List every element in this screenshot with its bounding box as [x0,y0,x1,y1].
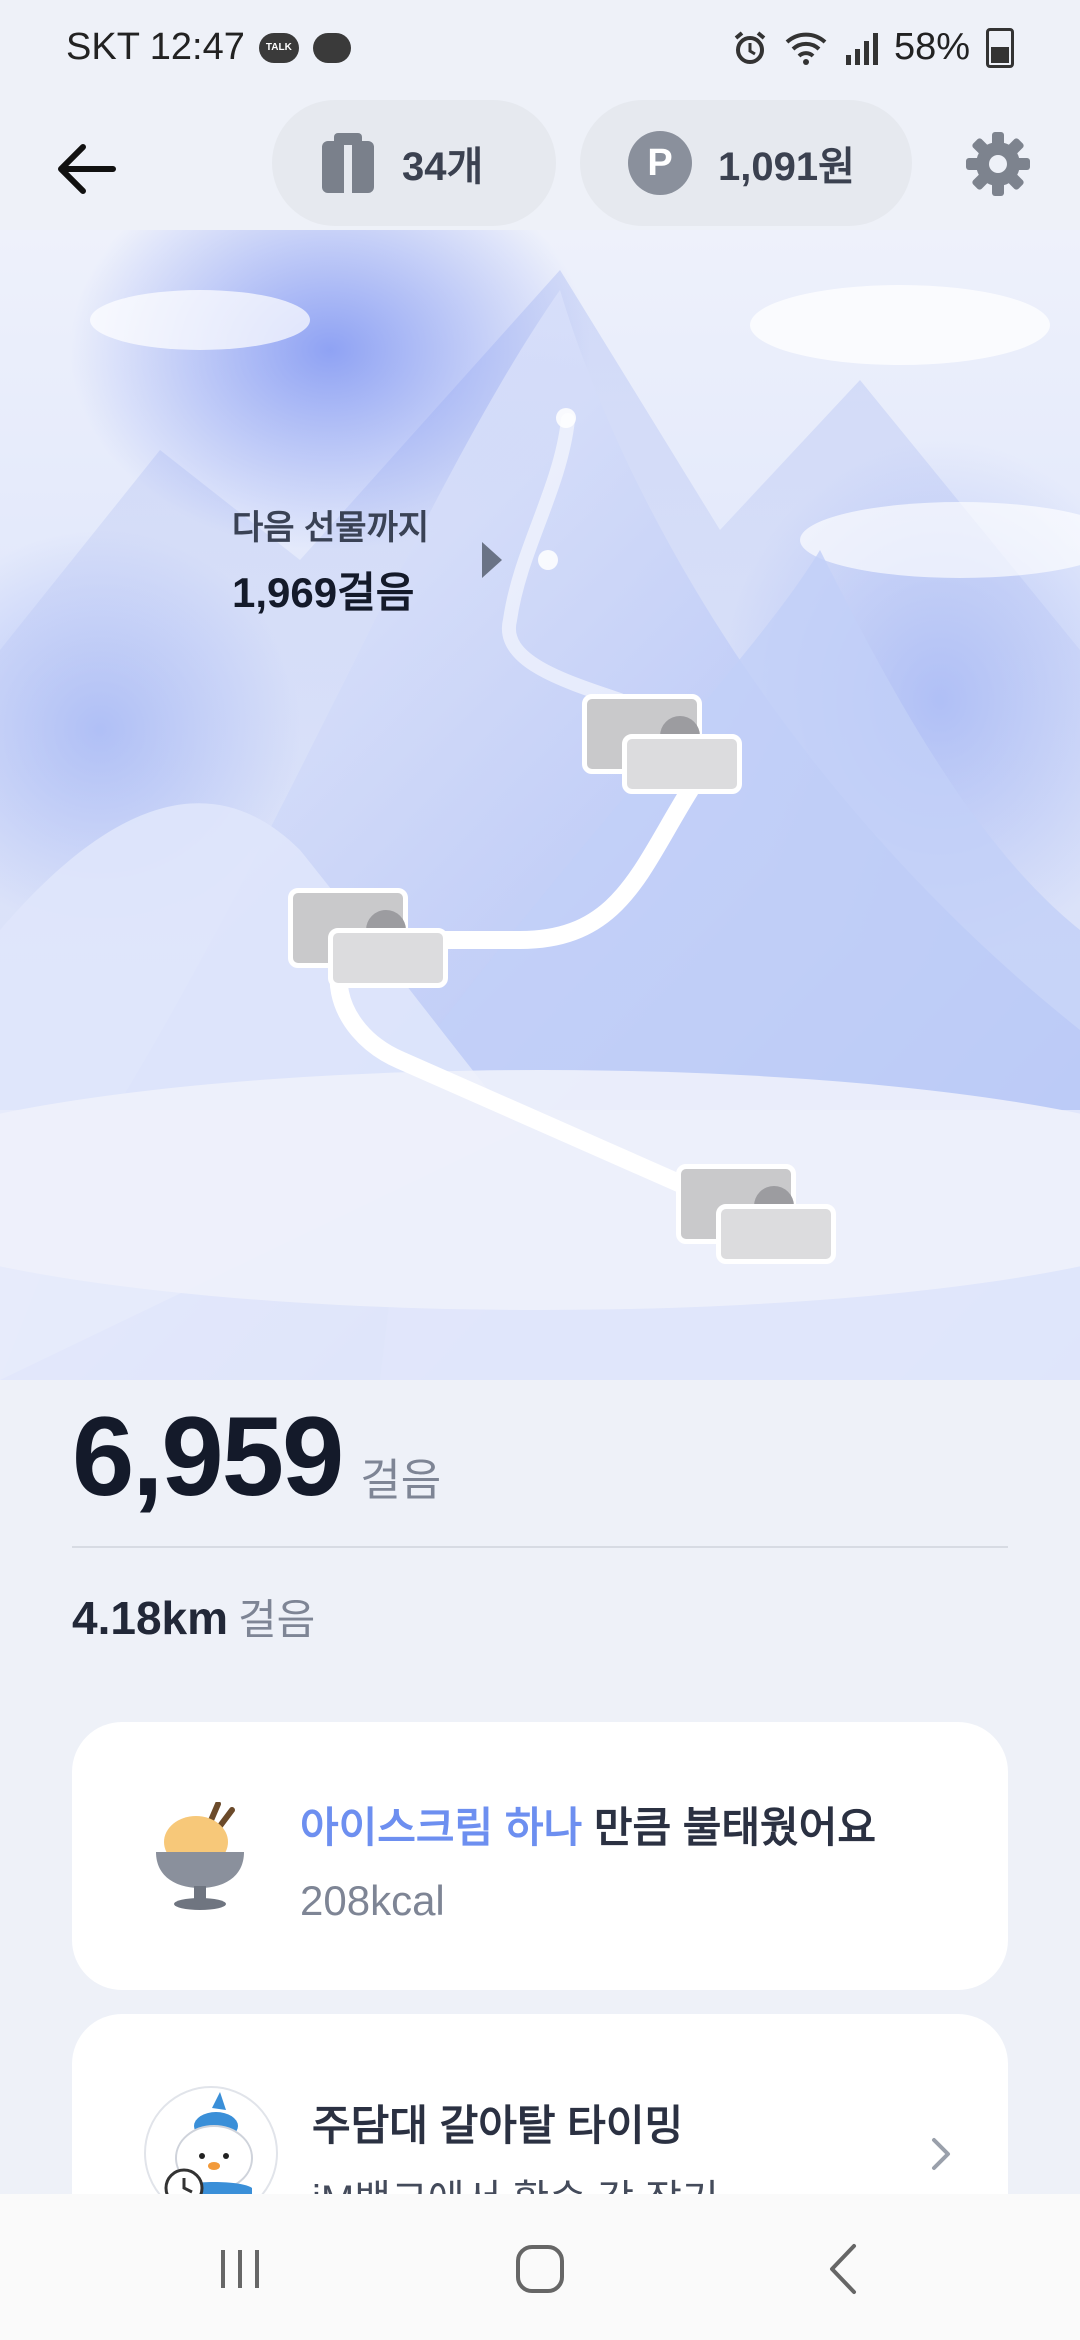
recent-apps-button[interactable] [200,2234,280,2304]
kakaotalk-icon: TALK [258,32,299,63]
gift-card-marker[interactable] [582,694,742,794]
mountain-progress-map: 다음 선물까지 1,969걸음 [0,230,1080,1380]
recent-apps-icon [221,2250,259,2288]
home-button[interactable] [500,2234,580,2304]
point-icon: P [628,131,692,195]
alarm-icon [734,30,766,64]
steps-summary: 6,959 걸음 [72,1392,441,1521]
gift-count-pill[interactable]: 34개 [272,100,556,226]
calorie-rest: 만큼 불태웠어요 [582,1804,876,1851]
calorie-kcal: 208kcal [300,1877,445,1924]
next-gift-label: 다음 선물까지 [232,509,430,547]
steps-unit: 걸음 [360,1456,442,1505]
mountain-illustration [0,230,1080,1380]
steps-count: 6,959 [72,1394,344,1519]
ice-cream-icon [156,1802,244,1910]
gift-count: 34개 [402,145,484,189]
status-bar: SKT 12:47 TALK 58% [0,0,1080,100]
battery-percent: 58% [893,26,970,68]
gear-icon [966,132,1030,196]
promo-title: 주담대 갈아탈 타이밍 [312,2102,684,2149]
chevron-right-icon [932,2138,950,2170]
settings-button[interactable] [958,124,1038,204]
distance-summary: 4.18km 걸음 [72,1586,315,1647]
system-back-button[interactable] [804,2234,884,2304]
signal-icon [845,32,878,65]
calorie-accent: 아이스크림 하나 [300,1804,583,1851]
calorie-card[interactable]: 아이스크림 하나 만큼 불태웠어요 208kcal [72,1722,1008,1990]
gift-box-icon [322,133,374,193]
divider [72,1546,1008,1548]
back-arrow-icon [58,144,116,194]
points-amount: 1,091원 [718,145,855,189]
gift-card-marker[interactable] [288,888,448,988]
distance-unit: 걸음 [238,1596,316,1643]
top-header: 34개 P 1,091원 [0,100,1080,230]
gift-card-marker[interactable] [676,1164,836,1264]
status-right: 58% [732,26,1014,69]
status-left: SKT 12:47 TALK [66,26,351,69]
next-gift-label-group: 다음 선물까지 1,969걸음 [232,500,429,620]
wifi-icon [785,32,827,65]
chat-icon [312,32,351,63]
battery-icon [986,27,1014,68]
next-gift-steps: 1,969걸음 [232,569,415,616]
back-button[interactable] [40,124,130,214]
system-nav-bar [0,2194,1080,2340]
points-pill[interactable]: P 1,091원 [580,100,912,226]
system-back-icon [830,2244,856,2294]
home-icon [516,2245,564,2293]
calorie-title: 아이스크림 하나 만큼 불태웠어요 [300,1794,876,1855]
carrier-time: SKT 12:47 [66,26,245,68]
calorie-text: 아이스크림 하나 만큼 불태웠어요 208kcal [300,1794,876,1925]
distance-value: 4.18km [72,1592,229,1644]
